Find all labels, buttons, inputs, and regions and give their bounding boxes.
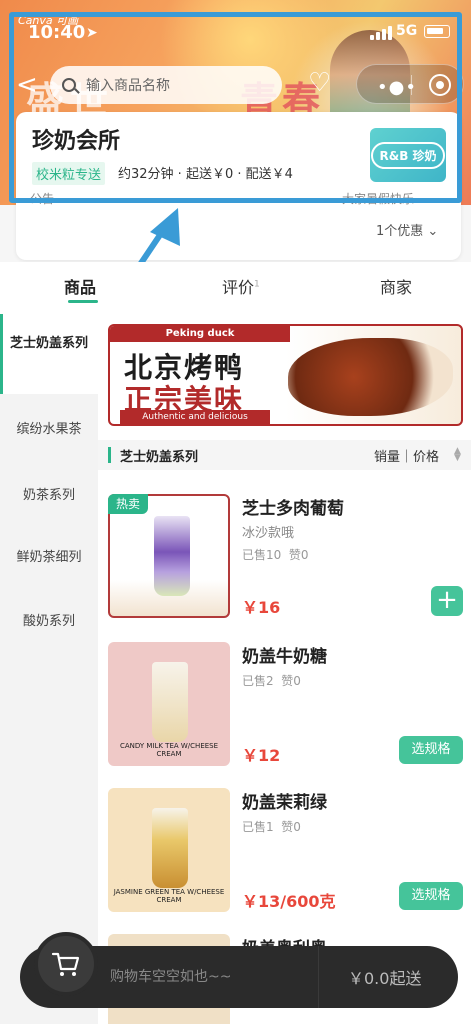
like-count: 赞0: [288, 548, 309, 562]
drink-cup-image: [152, 662, 188, 742]
category-label: 酸奶系列: [22, 614, 75, 629]
thumb-caption: CANDY MILK TEA W/CHEESE CREAM: [119, 742, 219, 758]
tab-reviews-label: 评价: [222, 278, 255, 297]
ad-top-text: Peking duck: [110, 326, 290, 342]
drink-cup-image: [154, 516, 190, 596]
discount-label: 1个优惠: [376, 224, 424, 239]
product-item[interactable]: CANDY MILK TEA W/CHEESE CREAM 奶盖牛奶糖 已售2 …: [98, 642, 471, 782]
product-stats: 已售10 赞0: [242, 546, 309, 563]
category-item-fruit-tea[interactable]: 缤纷水果茶: [0, 418, 98, 437]
select-spec-button[interactable]: 选规格: [399, 736, 463, 764]
product-price: ￥12: [242, 746, 281, 765]
section-title: 芝士奶盖系列: [120, 450, 199, 465]
sold-count: 已售1: [242, 820, 274, 834]
tab-products[interactable]: 商品: [64, 274, 98, 303]
thumb-caption: JASMINE GREEN TEA W/CHEESE CREAM: [113, 888, 225, 904]
category-label: 芝士奶盖系列: [9, 336, 88, 351]
price-unit: /600克: [280, 892, 336, 911]
sort-options[interactable]: 销量｜价格: [374, 446, 439, 465]
category-item-cheese[interactable]: 芝士奶盖系列: [0, 314, 98, 394]
like-count: 赞0: [281, 820, 301, 834]
tab-reviews[interactable]: 评价1: [222, 274, 260, 298]
add-to-cart-button[interactable]: +: [431, 586, 463, 616]
category-item-fresh-milk-tea[interactable]: 鲜奶茶细列: [0, 546, 98, 565]
select-spec-button[interactable]: 选规格: [399, 882, 463, 910]
product-stats: 已售2 赞0: [242, 672, 301, 689]
category-label: 缤纷水果茶: [16, 422, 82, 437]
like-count: 赞0: [281, 674, 301, 688]
category-item-yogurt[interactable]: 酸奶系列: [0, 610, 98, 629]
tab-bar: 商品 评价1 商家: [0, 262, 471, 314]
checkout-button[interactable]: ￥0.0起送: [348, 965, 421, 989]
product-stats: 已售1 赞0: [242, 818, 301, 835]
tab-active-underline: [68, 300, 98, 303]
category-sidebar: 芝士奶盖系列 缤纷水果茶 奶茶系列 鲜奶茶细列 酸奶系列: [0, 314, 98, 1024]
shopping-cart-icon: [51, 952, 80, 976]
section-accent-bar: [108, 447, 111, 463]
product-price: ￥16: [242, 598, 281, 617]
annotation-highlight-box: [9, 12, 462, 203]
ad-bottom-text: Authentic and delicious: [120, 410, 270, 424]
ad-banner[interactable]: Peking duck 北京烤鸭 正宗美味 Authentic and deli…: [108, 324, 463, 426]
cart-icon[interactable]: [34, 932, 98, 996]
category-label: 鲜奶茶细列: [16, 550, 82, 565]
product-thumbnail: CANDY MILK TEA W/CHEESE CREAM: [108, 642, 230, 766]
product-item[interactable]: 热卖 芝士多肉葡萄 冰沙款哦 已售10 赞0 ￥16 +: [98, 494, 471, 634]
product-price: ￥13/600克: [242, 888, 336, 912]
roast-duck-image: [288, 338, 453, 416]
hot-badge: 热卖: [108, 494, 148, 514]
drink-cup-image: [152, 808, 188, 888]
tab-merchant[interactable]: 商家: [380, 274, 412, 298]
cart-divider: [318, 946, 319, 1008]
sold-count: 已售10: [242, 548, 282, 562]
section-header: 芝士奶盖系列 销量｜价格 ▲ ▼: [98, 440, 471, 470]
price-value: ￥13: [242, 892, 281, 911]
tab-merchant-label: 商家: [380, 278, 413, 297]
category-label: 奶茶系列: [22, 488, 75, 503]
product-name: 奶盖牛奶糖: [242, 647, 327, 667]
category-item-milk-tea[interactable]: 奶茶系列: [0, 484, 98, 503]
sold-count: 已售2: [242, 674, 274, 688]
discount-dropdown[interactable]: 1个优惠 ⌄: [376, 220, 438, 239]
product-name: 芝士多肉葡萄: [242, 499, 344, 519]
product-desc: 冰沙款哦: [242, 526, 295, 541]
product-item[interactable]: JASMINE GREEN TEA W/CHEESE CREAM 奶盖茉莉绿 已…: [98, 788, 471, 928]
sort-caret-icon[interactable]: ▲ ▼: [454, 447, 461, 463]
tab-reviews-count: 1: [254, 279, 260, 290]
chevron-down-icon: ⌄: [427, 224, 439, 239]
product-thumbnail: JASMINE GREEN TEA W/CHEESE CREAM: [108, 788, 230, 912]
product-name: 奶盖茉莉绿: [242, 793, 327, 813]
cart-empty-text: 购物车空空如也~~: [110, 969, 232, 985]
tab-products-label: 商品: [64, 278, 97, 297]
